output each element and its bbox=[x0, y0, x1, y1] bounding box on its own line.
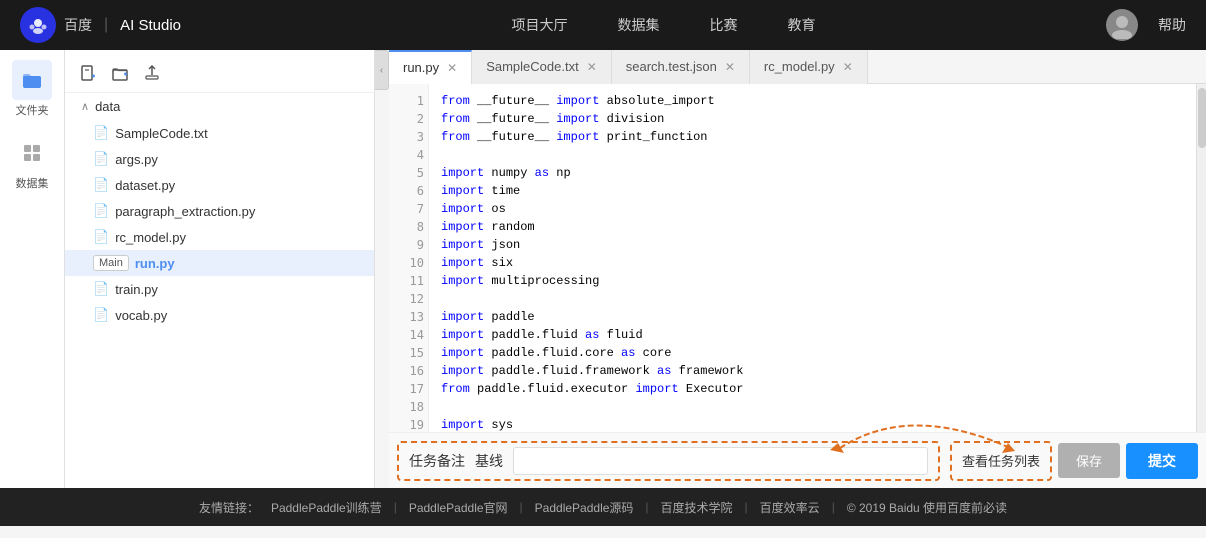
code-editor[interactable]: 123456789101112131415161718192021222324 … bbox=[389, 84, 1196, 432]
file-icon-dataset: 📄 bbox=[93, 177, 109, 193]
tab-label-samplecode: SampleCode.txt bbox=[486, 59, 579, 74]
file-label-paragraph: paragraph_extraction.py bbox=[115, 204, 255, 219]
editor-tabs: run.py ✕ SampleCode.txt ✕ search.test.js… bbox=[389, 50, 1206, 84]
file-label-args: args.py bbox=[115, 152, 158, 167]
folder-icon bbox=[12, 60, 52, 100]
view-tasks-button[interactable]: 查看任务列表 bbox=[962, 451, 1040, 470]
tab-close-run-py[interactable]: ✕ bbox=[447, 61, 457, 75]
vertical-scrollbar[interactable] bbox=[1196, 84, 1206, 432]
file-icon-rcmodel: 📄 bbox=[93, 229, 109, 245]
logo-baidu-text: 百度 bbox=[64, 15, 92, 35]
upload-icon[interactable] bbox=[141, 62, 163, 84]
tab-label-rc-model: rc_model.py bbox=[764, 59, 835, 74]
file-label-rcmodel: rc_model.py bbox=[115, 230, 186, 245]
baidu-logo bbox=[20, 7, 56, 43]
tab-close-rc-model[interactable]: ✕ bbox=[843, 60, 853, 74]
file-item-args[interactable]: 📄 args.py bbox=[65, 146, 374, 172]
file-item-run[interactable]: Main run.py bbox=[65, 250, 374, 276]
nav-datasets[interactable]: 数据集 bbox=[618, 15, 660, 35]
tab-search-test[interactable]: search.test.json ✕ bbox=[612, 50, 750, 84]
nav-right: 帮助 bbox=[1106, 9, 1186, 41]
file-icon-train: 📄 bbox=[93, 281, 109, 297]
footer-link-4[interactable]: 百度技术学院 bbox=[661, 499, 733, 516]
tab-samplecode[interactable]: SampleCode.txt ✕ bbox=[472, 50, 612, 84]
task-section: 任务备注 基线 bbox=[397, 441, 940, 481]
footer-link-3[interactable]: PaddlePaddle源码 bbox=[535, 499, 634, 516]
bottom-bar: 任务备注 基线 查看任务列表 保存 提交 bbox=[389, 432, 1206, 488]
logo-area: 百度 | AI Studio bbox=[20, 7, 181, 43]
baseline-label: 基线 bbox=[475, 451, 503, 471]
collapse-handle[interactable]: ‹ bbox=[375, 50, 389, 90]
nav-competition[interactable]: 比赛 bbox=[710, 15, 738, 35]
submit-button[interactable]: 提交 bbox=[1126, 443, 1198, 479]
tab-close-samplecode[interactable]: ✕ bbox=[587, 60, 597, 74]
folder-data[interactable]: ∧ data bbox=[65, 93, 374, 120]
logo-divider: | bbox=[104, 16, 108, 34]
file-item-dataset[interactable]: 📄 dataset.py bbox=[65, 172, 374, 198]
folder-label: data bbox=[95, 99, 120, 114]
task-notes-label: 任务备注 bbox=[409, 451, 465, 471]
folder-chevron-icon: ∧ bbox=[81, 100, 89, 113]
file-tree: ∧ data 📄 SampleCode.txt 📄 args.py 📄 data… bbox=[65, 50, 375, 488]
save-button[interactable]: 保存 bbox=[1058, 443, 1120, 478]
file-item-samplecode[interactable]: 📄 SampleCode.txt bbox=[65, 120, 374, 146]
file-label-samplecode: SampleCode.txt bbox=[115, 126, 208, 141]
file-icon-vocab: 📄 bbox=[93, 307, 109, 323]
action-section: 查看任务列表 保存 提交 bbox=[950, 441, 1198, 481]
grid-icon bbox=[12, 133, 52, 173]
sidebar-label-files: 文件夹 bbox=[16, 102, 49, 118]
new-file-icon[interactable] bbox=[77, 62, 99, 84]
file-item-rcmodel[interactable]: 📄 rc_model.py bbox=[65, 224, 374, 250]
tab-label-run-py: run.py bbox=[403, 60, 439, 75]
editor-container: 123456789101112131415161718192021222324 … bbox=[389, 84, 1206, 432]
file-label-vocab: vocab.py bbox=[115, 308, 167, 323]
file-icon-args: 📄 bbox=[93, 151, 109, 167]
file-label-run: run.py bbox=[135, 256, 175, 271]
footer: 友情链接： PaddlePaddle训练营 | PaddlePaddle官网 |… bbox=[0, 488, 1206, 526]
studio-label: AI Studio bbox=[120, 17, 181, 34]
scrollbar-thumb[interactable] bbox=[1198, 88, 1206, 148]
nav-links: 项目大厅 数据集 比赛 教育 bbox=[221, 15, 1106, 35]
sidebar: 文件夹 数据集 bbox=[0, 50, 65, 488]
top-nav: 百度 | AI Studio 项目大厅 数据集 比赛 教育 帮助 bbox=[0, 0, 1206, 50]
footer-link-5[interactable]: 百度效率云 bbox=[760, 499, 820, 516]
file-label-train: train.py bbox=[115, 282, 158, 297]
help-link[interactable]: 帮助 bbox=[1158, 15, 1186, 35]
footer-prefix: 友情链接： bbox=[199, 499, 259, 516]
tab-rc-model[interactable]: rc_model.py ✕ bbox=[750, 50, 868, 84]
footer-copyright: © 2019 Baidu 使用百度前必读 bbox=[847, 499, 1007, 516]
nav-education[interactable]: 教育 bbox=[788, 15, 816, 35]
task-input[interactable] bbox=[513, 447, 928, 475]
footer-link-1[interactable]: PaddlePaddle训练营 bbox=[271, 499, 382, 516]
tab-run-py[interactable]: run.py ✕ bbox=[389, 50, 472, 84]
view-tasks-wrapper: 查看任务列表 bbox=[950, 441, 1052, 481]
sidebar-item-datasets[interactable]: 数据集 bbox=[12, 133, 52, 191]
tab-close-search-test[interactable]: ✕ bbox=[725, 60, 735, 74]
file-tree-toolbar bbox=[65, 58, 374, 93]
file-label-dataset: dataset.py bbox=[115, 178, 175, 193]
line-numbers: 123456789101112131415161718192021222324 bbox=[389, 84, 429, 432]
footer-link-2[interactable]: PaddlePaddle官网 bbox=[409, 499, 508, 516]
avatar[interactable] bbox=[1106, 9, 1138, 41]
file-item-vocab[interactable]: 📄 vocab.py bbox=[65, 302, 374, 328]
editor-area: run.py ✕ SampleCode.txt ✕ search.test.js… bbox=[389, 50, 1206, 488]
main-layout: 文件夹 数据集 bbox=[0, 50, 1206, 488]
file-icon-samplecode: 📄 bbox=[93, 125, 109, 141]
nav-projects[interactable]: 项目大厅 bbox=[512, 15, 568, 35]
code-content[interactable]: from __future__ import absolute_import f… bbox=[429, 84, 1196, 432]
file-item-paragraph[interactable]: 📄 paragraph_extraction.py bbox=[65, 198, 374, 224]
main-badge: Main bbox=[93, 255, 129, 271]
new-folder-icon[interactable] bbox=[109, 62, 131, 84]
sidebar-label-datasets: 数据集 bbox=[16, 175, 49, 191]
file-item-train[interactable]: 📄 train.py bbox=[65, 276, 374, 302]
file-icon-paragraph: 📄 bbox=[93, 203, 109, 219]
tab-label-search-test: search.test.json bbox=[626, 59, 717, 74]
sidebar-item-files[interactable]: 文件夹 bbox=[12, 60, 52, 118]
